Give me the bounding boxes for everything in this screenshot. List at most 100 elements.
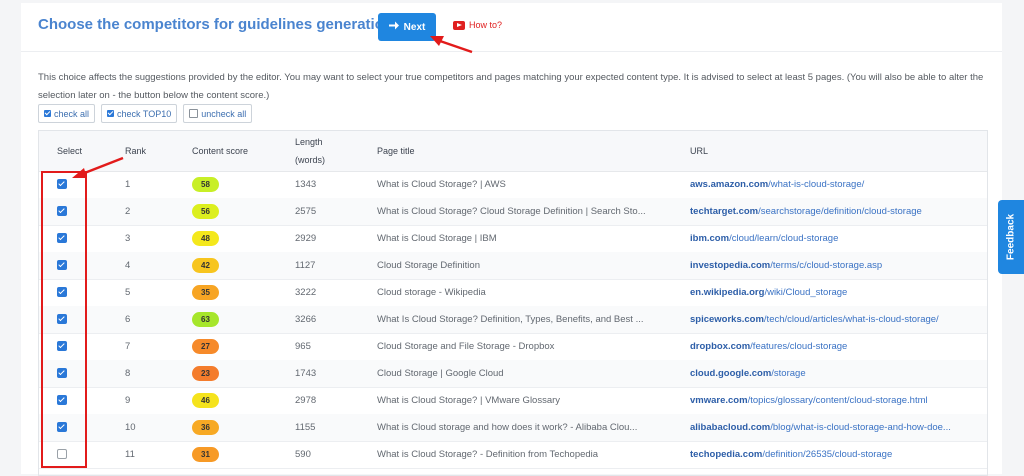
url-link[interactable]: techopedia.com/definition/26535/cloud-st… — [690, 441, 980, 468]
page-title-cell: Cloud Storage | Google Cloud — [377, 368, 504, 379]
length-cell: 965 — [295, 341, 311, 352]
select-checkbox[interactable] — [57, 233, 67, 243]
rank-cell: 7 — [125, 341, 131, 352]
rank-cell: 11 — [125, 449, 135, 460]
url-path: /searchstorage/definition/cloud-storage — [758, 206, 922, 217]
check-top10-button[interactable]: check TOP10 — [101, 104, 178, 123]
url-link[interactable]: en.wikipedia.org/wiki/Cloud_storage — [690, 279, 980, 306]
page-title-cell: What is Cloud Storage? Cloud Storage Def… — [377, 206, 646, 217]
competitor-selection-panel: Choose the competitors for guidelines ge… — [21, 3, 1002, 476]
content-score-badge: 56 — [192, 204, 219, 219]
url-link[interactable]: dropbox.com/features/cloud-storage — [690, 333, 980, 360]
url-domain: ibm.com — [690, 233, 730, 244]
select-checkbox[interactable] — [57, 449, 67, 459]
table-row: 8 23 1743 Cloud Storage | Google Cloud cloud… — [39, 360, 987, 388]
length-cell: 1343 — [295, 179, 317, 190]
table-header: Select Rank Content score Length (words)… — [39, 131, 987, 172]
length-cell: 2978 — [295, 395, 317, 406]
table-row: 6 63 3266 What Is Cloud Storage? Definition… — [39, 306, 987, 334]
header-rank: Rank — [125, 146, 147, 156]
url-link[interactable]: alibabacloud.com/blog/what-is-cloud-stor… — [690, 414, 980, 441]
url-path: /terms/c/cloud-storage.asp — [770, 260, 883, 271]
rank-cell: 3 — [125, 233, 131, 244]
url-link[interactable]: vmware.com/topics/glossary/content/cloud… — [690, 387, 980, 414]
select-checkbox[interactable] — [57, 341, 67, 351]
url-link[interactable]: techtarget.com/searchstorage/definition/… — [690, 198, 980, 225]
page-title-cell: What Is Cloud Storage? Definition, Types… — [377, 314, 644, 325]
table-row: 1 58 1343 What is Cloud Storage? | AWS aws.a… — [39, 171, 987, 199]
table-row: 4 42 1127 Cloud Storage Definition investope… — [39, 252, 987, 280]
content-score-badge: 42 — [192, 258, 219, 273]
url-path: /definition/26535/cloud-storage — [762, 449, 893, 460]
length-cell: 2929 — [295, 233, 317, 244]
select-checkbox[interactable] — [57, 395, 67, 405]
url-path: /wiki/Cloud_storage — [764, 287, 848, 298]
next-button[interactable]: Next — [378, 13, 436, 41]
next-button-label: Next — [403, 21, 426, 33]
select-checkbox[interactable] — [57, 206, 67, 216]
length-cell: 590 — [295, 449, 311, 460]
rank-cell: 4 — [125, 260, 131, 271]
page-title-cell: What is Cloud Storage? | VMware Glossary — [377, 395, 561, 406]
select-checkbox[interactable] — [57, 260, 67, 270]
table-row: 7 27 965 Cloud Storage and File Storage - D… — [39, 333, 987, 361]
url-path: /tech/cloud/articles/what-is-cloud-stora… — [763, 314, 939, 325]
url-link[interactable]: aws.amazon.com/what-is-cloud-storage/ — [690, 171, 980, 198]
url-domain: aws.amazon.com — [690, 179, 769, 190]
check-all-button[interactable]: check all — [38, 104, 96, 123]
select-checkbox[interactable] — [57, 287, 67, 297]
length-cell: 3266 — [295, 314, 317, 325]
header-length: Length — [295, 137, 323, 147]
select-checkbox[interactable] — [57, 422, 67, 432]
table-row: 5 35 3222 Cloud storage - Wikipedia en.wikip… — [39, 279, 987, 307]
select-checkbox[interactable] — [57, 368, 67, 378]
url-link[interactable]: ibm.com/cloud/learn/cloud-storage — [690, 225, 980, 252]
page-title-cell: What is Cloud storage and how does it wo… — [377, 422, 638, 433]
content-score-badge: 35 — [192, 285, 219, 300]
page-title-cell: What is Cloud Storage? - Definition from… — [377, 449, 599, 460]
content-score-badge: 58 — [192, 177, 219, 192]
url-domain: dropbox.com — [690, 341, 751, 352]
description-text: This choice affects the suggestions prov… — [38, 72, 984, 101]
how-to-link[interactable]: How to? — [453, 20, 502, 30]
select-checkbox[interactable] — [57, 314, 67, 324]
page-title-cell: Cloud storage - Wikipedia — [377, 287, 486, 298]
header-page-title: Page title — [377, 146, 415, 156]
length-cell: 1743 — [295, 368, 317, 379]
length-cell: 1155 — [295, 422, 316, 433]
url-domain: spiceworks.com — [690, 314, 764, 325]
url-link[interactable]: spiceworks.com/tech/cloud/articles/what-… — [690, 306, 980, 333]
checkbox-checked-icon — [107, 110, 115, 117]
url-path: /blog/what-is-cloud-storage-and-how-doe.… — [770, 422, 951, 433]
content-score-badge: 27 — [192, 339, 219, 354]
url-path: /topics/glossary/content/cloud-storage.h… — [747, 395, 928, 406]
check-all-label: check all — [54, 108, 90, 119]
url-domain: vmware.com — [690, 395, 748, 406]
header-length-unit: (words) — [295, 155, 326, 165]
url-domain: en.wikipedia.org — [690, 287, 765, 298]
panel-header: Choose the competitors for guidelines ge… — [21, 3, 1002, 52]
page-title: Choose the competitors for guidelines ge… — [38, 16, 398, 33]
rank-cell: 6 — [125, 314, 131, 325]
select-checkbox[interactable] — [57, 179, 67, 189]
checkbox-empty-icon — [189, 109, 199, 118]
length-cell: 2575 — [295, 206, 317, 217]
length-cell: 1127 — [295, 260, 316, 271]
content-score-badge: 36 — [192, 420, 219, 435]
url-link[interactable]: investopedia.com/terms/c/cloud-storage.a… — [690, 252, 980, 279]
url-domain: cloud.google.com — [690, 368, 772, 379]
header-content-score: Content score — [192, 146, 249, 156]
selection-buttons: check all check TOP10 uncheck all — [38, 104, 253, 123]
rank-cell: 1 — [125, 179, 131, 190]
feedback-tab[interactable]: Feedback — [998, 200, 1024, 274]
content-score-badge: 46 — [192, 393, 219, 408]
competitors-table: Select Rank Content score Length (words)… — [38, 130, 988, 476]
table-row: 11 31 590 What is Cloud Storage? - Definiti… — [39, 441, 987, 469]
url-link[interactable]: cloud.google.com/storage — [690, 360, 980, 387]
url-domain: investopedia.com — [690, 260, 771, 271]
uncheck-all-button[interactable]: uncheck all — [183, 104, 253, 123]
rank-cell: 2 — [125, 206, 131, 217]
how-to-label: How to? — [469, 20, 503, 30]
rank-cell: 8 — [125, 368, 131, 379]
page-title-cell: Cloud Storage Definition — [377, 260, 480, 271]
